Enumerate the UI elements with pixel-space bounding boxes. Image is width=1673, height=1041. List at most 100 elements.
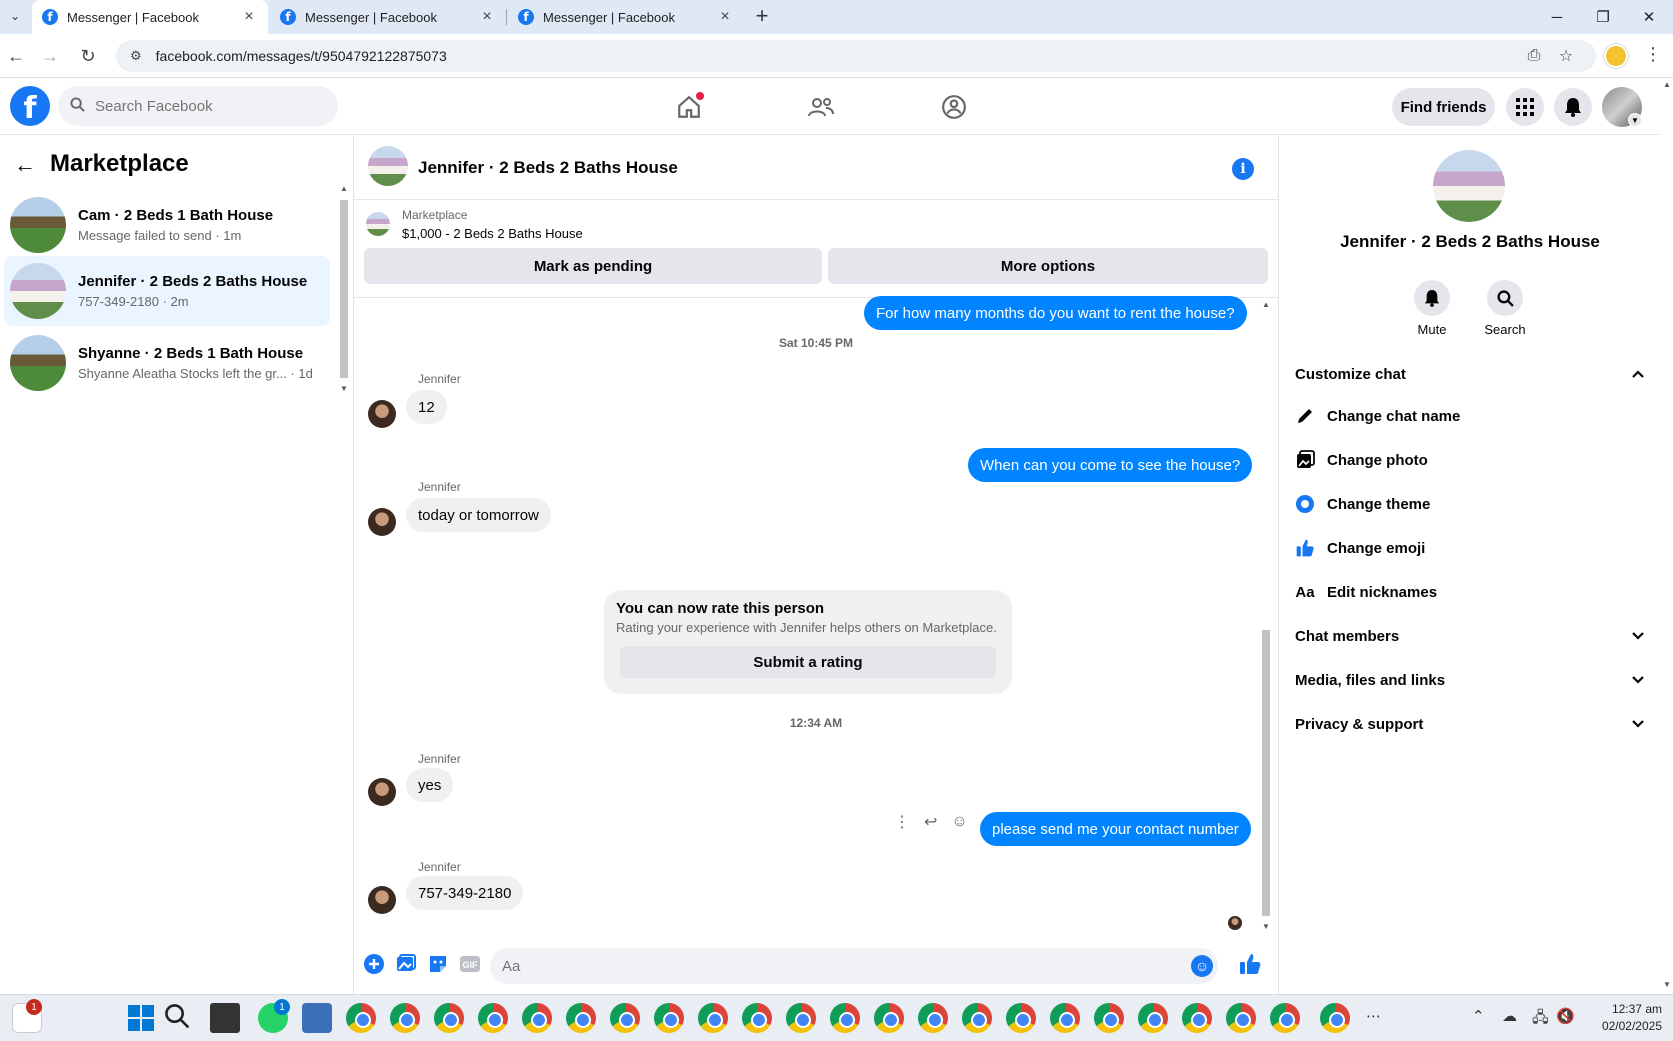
message-incoming[interactable]: yes [406,768,454,802]
chrome-icon[interactable] [874,1003,904,1033]
friends-icon[interactable] [804,90,838,124]
sender-avatar[interactable] [368,886,396,914]
search-input[interactable] [95,97,315,115]
chrome-icon[interactable] [390,1003,420,1033]
bookmark-star-icon[interactable]: ☆ [1552,42,1580,70]
site-info-icon[interactable]: ⚙ [130,48,142,64]
scrollbar-thumb[interactable] [1262,630,1270,916]
react-emoji-icon[interactable]: ☺ [951,813,967,831]
browser-menu-icon[interactable]: ⋮ [1644,44,1662,65]
reply-icon[interactable]: ↩ [924,812,937,832]
mark-as-pending-button[interactable]: Mark as pending [364,248,822,284]
browser-profile-icon[interactable] [1604,44,1628,68]
change-emoji-item[interactable]: Change emoji [1295,528,1645,568]
more-apps-icon[interactable]: ⋯ [1366,1007,1381,1025]
photo-icon[interactable] [394,952,418,976]
sender-avatar[interactable] [368,778,396,806]
task-view-icon[interactable] [210,1003,240,1033]
notepad-icon[interactable] [302,1003,332,1033]
chrome-icon[interactable] [566,1003,596,1033]
change-chat-name-item[interactable]: Change chat name [1295,396,1645,436]
edit-nicknames-item[interactable]: Aa Edit nicknames [1295,572,1645,612]
submit-rating-button[interactable]: Submit a rating [620,646,996,678]
message-outgoing[interactable]: please send me your contact number [980,812,1251,846]
change-photo-item[interactable]: Change photo [1295,440,1645,480]
chrome-icon[interactable] [1006,1003,1036,1033]
chrome-icon[interactable] [1270,1003,1300,1033]
info-icon[interactable]: i [1232,158,1254,180]
like-thumb-icon[interactable] [1238,952,1262,976]
taskbar-clock[interactable]: 12:37 am 02/02/2025 [1590,1001,1662,1035]
windows-start-icon[interactable] [128,1005,154,1031]
chrome-icon[interactable] [1226,1003,1256,1033]
message-incoming[interactable]: 757-349-2180 [406,876,524,910]
sender-avatar[interactable] [368,400,396,428]
scroll-up-icon[interactable]: ▲ [1260,300,1272,309]
home-icon[interactable] [672,90,706,124]
conversation-scrollbar[interactable]: ▲ ▼ [1260,300,1272,934]
chrome-icon[interactable] [1094,1003,1124,1033]
network-icon[interactable]: 🖧 [1532,1007,1549,1032]
scrollbar-thumb[interactable] [340,200,348,378]
sender-avatar[interactable] [368,508,396,536]
minimize-icon[interactable]: ─ [1534,0,1580,34]
scroll-down-icon[interactable]: ▼ [1661,980,1673,989]
chrome-icon[interactable] [1320,1003,1350,1033]
chrome-icon[interactable] [654,1003,684,1033]
chrome-icon[interactable] [1050,1003,1080,1033]
customize-chat-section[interactable]: Customize chat [1295,354,1645,394]
conversation-title[interactable]: Jennifer · 2 Beds 2 Baths House [418,158,678,178]
message-input[interactable] [490,948,1218,984]
sticker-icon[interactable] [426,952,450,976]
more-actions-icon[interactable]: ⋮ [894,812,910,832]
message-incoming[interactable]: today or tomorrow [406,498,551,532]
chrome-icon[interactable] [610,1003,640,1033]
facebook-search[interactable] [58,86,338,126]
chrome-icon[interactable] [1182,1003,1212,1033]
emoji-icon[interactable]: ☺ [1191,955,1213,977]
change-theme-item[interactable]: Change theme [1295,484,1645,524]
chat-list-scrollbar[interactable]: ▲ ▼ [338,184,350,396]
browser-tab-1[interactable]: f Messenger | Facebook × [32,0,268,34]
volume-muted-icon[interactable]: 🔇 [1556,1007,1575,1025]
close-tab-icon[interactable]: × [478,8,496,26]
install-app-icon[interactable]: ⎙ [1520,42,1548,70]
privacy-support-section[interactable]: Privacy & support [1295,704,1645,744]
chat-avatar[interactable] [1433,150,1505,222]
plus-icon[interactable] [362,952,386,976]
chrome-icon[interactable] [478,1003,508,1033]
scroll-down-icon[interactable]: ▼ [1260,922,1272,931]
chevron-down-icon[interactable]: ▼ [1628,113,1642,127]
tray-chevron-up-icon[interactable]: ⌃ [1472,1007,1485,1025]
chat-item-jennifer[interactable]: Jennifer · 2 Beds 2 Baths House 757-349-… [4,256,330,326]
message-outgoing[interactable]: When can you come to see the house? [968,448,1253,482]
notifications-bell-icon[interactable] [1554,88,1592,126]
find-friends-button[interactable]: Find friends [1392,88,1495,126]
chrome-icon[interactable] [434,1003,464,1033]
chrome-icon[interactable] [786,1003,816,1033]
media-files-links-section[interactable]: Media, files and links [1295,660,1645,700]
chat-item-shyanne[interactable]: Shyanne · 2 Beds 1 Bath House Shyanne Al… [4,328,330,398]
tab-search-chevron-icon[interactable]: ⌄ [4,5,26,27]
message-incoming[interactable]: 12 [406,390,447,424]
gif-icon[interactable]: GIF [458,952,482,976]
chat-members-section[interactable]: Chat members [1295,616,1645,656]
scroll-up-icon[interactable]: ▲ [338,184,350,193]
chrome-icon[interactable] [346,1003,376,1033]
chrome-icon[interactable] [1138,1003,1168,1033]
back-icon[interactable]: ← [2,42,30,70]
groups-icon[interactable] [937,90,971,124]
chrome-icon[interactable] [962,1003,992,1033]
menu-grid-icon[interactable] [1506,88,1544,126]
onedrive-icon[interactable]: ☁ [1502,1007,1517,1025]
browser-tab-2[interactable]: f Messenger | Facebook × [270,0,506,34]
scroll-up-icon[interactable]: ▲ [1661,80,1673,89]
conversation-avatar[interactable] [368,146,408,186]
reload-icon[interactable]: ↻ [74,42,102,70]
back-arrow-icon[interactable]: ← [14,152,36,178]
chrome-icon[interactable] [742,1003,772,1033]
page-scrollbar[interactable]: ▲ ▼ [1660,78,1673,994]
close-tab-icon[interactable]: × [716,8,734,26]
chrome-icon[interactable] [830,1003,860,1033]
listing-price[interactable]: $1,000 - 2 Beds 2 Baths House [402,226,583,241]
